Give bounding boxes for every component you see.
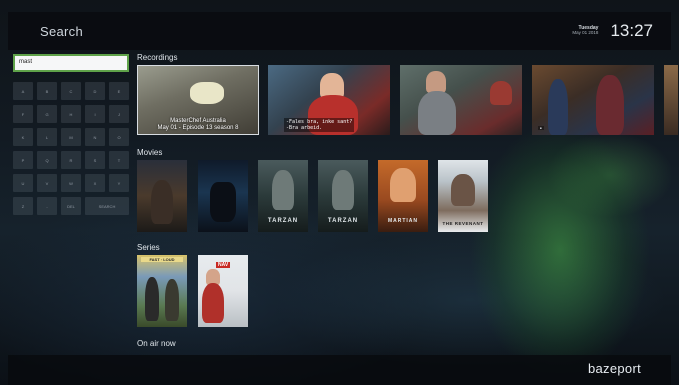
key-p[interactable]: P <box>13 151 33 169</box>
key-dash[interactable]: - <box>37 197 57 215</box>
thumbnail-art <box>548 79 568 135</box>
poster-art <box>202 283 224 323</box>
key-e[interactable]: E <box>109 82 129 100</box>
recording-tile-2[interactable]: -Fales bra, inke sant? -Bra arbeid. <box>268 65 390 135</box>
poster-title: THE REVENANT <box>442 221 484 226</box>
recording-tile-3[interactable] <box>400 65 522 135</box>
key-h[interactable]: H <box>61 105 81 123</box>
subtitle-line-2: -Bra arbeid. <box>286 125 323 131</box>
date-label: May 01 2018 <box>572 30 599 36</box>
key-z[interactable]: Z <box>13 197 33 215</box>
recording-caption: MasterChef Australia May 01 - Episode 13… <box>138 118 258 132</box>
poster-art <box>332 170 354 210</box>
poster-title: TARZAN <box>267 218 299 224</box>
thumbnail-art <box>418 91 456 135</box>
key-l[interactable]: L <box>37 128 57 146</box>
key-a[interactable]: A <box>13 82 33 100</box>
movie-poster-tarzan-2[interactable]: TARZAN <box>318 160 368 232</box>
search-key[interactable]: SEARCH <box>85 197 129 215</box>
key-i[interactable]: I <box>85 105 105 123</box>
recording-tile-5[interactable] <box>664 65 678 135</box>
key-s[interactable]: S <box>85 151 105 169</box>
series-title: NAV <box>216 262 231 268</box>
key-g[interactable]: G <box>37 105 57 123</box>
tv-screen: Search Tuesday May 01 2018 13:27 mast A … <box>0 0 679 385</box>
poster-art <box>151 180 173 224</box>
poster-art <box>145 277 159 321</box>
time-label: 13:27 <box>610 21 653 40</box>
channel-logo: ■ <box>538 126 544 130</box>
thumbnail-art <box>190 82 224 104</box>
key-o[interactable]: O <box>109 128 129 146</box>
key-y[interactable]: Y <box>109 174 129 192</box>
thumbnail-art <box>490 81 512 105</box>
page-title: Search <box>40 23 83 39</box>
key-j[interactable]: J <box>109 105 129 123</box>
recording-subtitle: May 01 - Episode 13 season 8 <box>157 125 239 132</box>
series-poster-2[interactable]: NAV <box>198 255 248 327</box>
key-x[interactable]: X <box>85 174 105 192</box>
poster-art <box>451 174 475 206</box>
key-d[interactable]: D <box>85 82 105 100</box>
key-n[interactable]: N <box>85 128 105 146</box>
movie-poster-1[interactable] <box>137 160 187 232</box>
movie-poster-tarzan-1[interactable]: TARZAN <box>258 160 308 232</box>
recordings-heading: Recordings <box>137 53 178 62</box>
key-u[interactable]: U <box>13 174 33 192</box>
on-air-heading: On air now <box>137 339 176 348</box>
series-title: FAST · LOUD <box>141 257 183 262</box>
brand-logo: bazeport <box>588 361 641 376</box>
poster-title: MARTIAN <box>387 218 419 224</box>
thumbnail-art <box>596 75 624 135</box>
recording-tile-4[interactable]: ■ <box>532 65 654 135</box>
movie-poster-2[interactable] <box>198 160 248 232</box>
movie-poster-martian[interactable]: MARTIAN <box>378 160 428 232</box>
poster-art <box>390 168 416 202</box>
clock: Tuesday May 01 2018 13:27 <box>572 21 653 41</box>
poster-art <box>272 170 294 210</box>
delete-key[interactable]: DEL <box>61 197 81 215</box>
movie-poster-revenant[interactable]: THE REVENANT <box>438 160 488 232</box>
key-t[interactable]: T <box>109 151 129 169</box>
series-poster-1[interactable]: FAST · LOUD <box>137 255 187 327</box>
date-block: Tuesday May 01 2018 <box>572 25 599 36</box>
poster-art <box>165 279 179 321</box>
top-bar: Search Tuesday May 01 2018 13:27 <box>8 12 671 50</box>
key-m[interactable]: M <box>61 128 81 146</box>
recording-tile-masterchef[interactable]: MasterChef Australia May 01 - Episode 13… <box>137 65 259 135</box>
key-c[interactable]: C <box>61 82 81 100</box>
key-v[interactable]: V <box>37 174 57 192</box>
key-f[interactable]: F <box>13 105 33 123</box>
search-input[interactable]: mast <box>13 54 129 72</box>
subtitle-overlay: -Fales bra, inke sant? -Bra arbeid. <box>284 118 355 132</box>
key-b[interactable]: B <box>37 82 57 100</box>
series-heading: Series <box>137 243 160 252</box>
poster-title: TARZAN <box>327 218 359 224</box>
on-screen-keyboard: A B C D E F G H I J K L M N O P Q R S T … <box>13 82 129 215</box>
poster-art <box>210 182 236 222</box>
bottom-bar: bazeport <box>8 355 671 385</box>
key-q[interactable]: Q <box>37 151 57 169</box>
key-k[interactable]: K <box>13 128 33 146</box>
key-r[interactable]: R <box>61 151 81 169</box>
movies-heading: Movies <box>137 148 163 157</box>
key-w[interactable]: W <box>61 174 81 192</box>
thumbnail-art <box>426 71 446 93</box>
